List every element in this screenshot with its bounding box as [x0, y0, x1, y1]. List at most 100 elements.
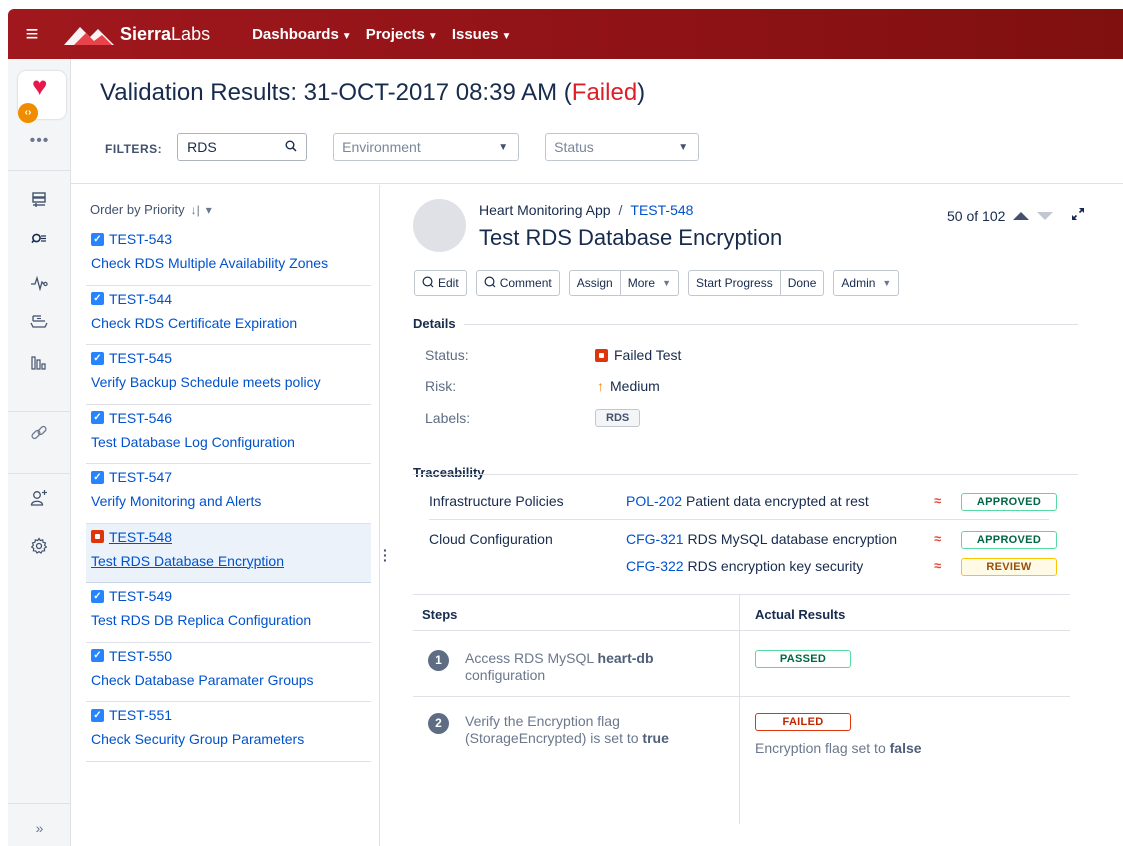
- hamburger-menu-icon[interactable]: ≡: [8, 21, 56, 47]
- admin-label: Admin: [841, 276, 876, 290]
- activity-icon[interactable]: [27, 275, 51, 299]
- checkbox-checked-icon: ✓: [91, 351, 104, 365]
- list-item[interactable]: ✓ TEST-547 Verify Monitoring and Alerts: [86, 464, 371, 524]
- environment-select[interactable]: Environment ▼: [333, 133, 520, 161]
- reports-icon[interactable]: [27, 355, 51, 379]
- trace-link[interactable]: CFG-321 RDS MySQL database encryption: [626, 531, 897, 547]
- rail-divider: [8, 170, 71, 171]
- steps-header: Steps: [422, 607, 458, 622]
- list-item[interactable]: ✓ TEST-543 Check RDS Multiple Availability…: [86, 226, 371, 286]
- expand-icon[interactable]: [1071, 207, 1085, 224]
- list-item[interactable]: ✓ TEST-544 Check RDS Certificate Expiratio…: [86, 286, 371, 345]
- reports-icon-svg: [31, 356, 46, 370]
- start-progress-button[interactable]: Start Progress: [688, 270, 781, 296]
- rail-divider: [8, 803, 71, 804]
- add-user-icon[interactable]: [27, 489, 51, 513]
- trace-link-key[interactable]: CFG-322: [626, 558, 684, 574]
- previous-issue-icon[interactable]: [1013, 211, 1030, 220]
- step-text-part: (StorageEncrypted) is set to: [465, 730, 643, 746]
- nav-dashboards[interactable]: Dashboards ▼: [252, 26, 352, 43]
- breadcrumb-issue-key[interactable]: TEST-548: [630, 202, 693, 218]
- issue-toolbar: Edit Comment Assign More ▼ Start Progress…: [414, 270, 900, 296]
- risk-value: ↑ Medium: [597, 378, 660, 394]
- trace-link-text: RDS encryption key security: [687, 558, 864, 574]
- risk-value-text: Medium: [610, 378, 660, 394]
- list-item[interactable]: ✓ TEST-549 Test RDS DB Replica Configurati…: [86, 583, 371, 643]
- list-item[interactable]: ✓ TEST-545 Verify Backup Schedule meets po…: [86, 345, 371, 405]
- checkbox-checked-icon: ✓: [91, 411, 104, 424]
- title-status: Failed: [571, 79, 638, 106]
- search-filter-icon[interactable]: [27, 231, 51, 255]
- top-navigation-bar: ≡ SierraLabs Dashboards ▼ Projects ▼ Issue…: [8, 9, 1123, 59]
- more-button[interactable]: More ▼: [620, 270, 679, 296]
- edit-button[interactable]: Edit: [414, 270, 467, 296]
- label-chip[interactable]: RDS: [595, 409, 641, 427]
- list-item[interactable]: ✓ TEST-546 Test Database Log Configuration: [86, 405, 371, 464]
- link-icon[interactable]: [27, 425, 51, 449]
- board-icon-svg: [32, 192, 46, 207]
- chevron-down-icon: ▼: [498, 141, 509, 153]
- breadcrumb-separator: /: [618, 202, 623, 218]
- expand-sidebar-icon[interactable]: »: [8, 820, 71, 836]
- risk-label: Risk:: [425, 378, 457, 394]
- breadcrumb-project[interactable]: Heart Monitoring App: [479, 202, 611, 218]
- nav-dashboards-label: Dashboards: [252, 25, 339, 43]
- nav-projects[interactable]: Projects ▼: [366, 26, 438, 43]
- status-select[interactable]: Status ▼: [545, 133, 700, 161]
- list-item-selected[interactable]: TEST-548 Test RDS Database Encryption: [86, 523, 371, 583]
- sort-direction-icon[interactable]: ↓|: [191, 203, 200, 217]
- done-button[interactable]: Done: [780, 270, 825, 296]
- trace-link[interactable]: CFG-322 RDS encryption key security: [626, 558, 863, 574]
- checkbox-checked-icon: ✓: [91, 708, 104, 722]
- search-box[interactable]: [177, 133, 308, 161]
- result-note-text: Encryption flag set to: [755, 740, 890, 756]
- highest-priority-icon: ≈: [934, 493, 942, 508]
- list-item-key: ✓ TEST-545: [91, 350, 365, 366]
- search-input[interactable]: [187, 139, 278, 155]
- mountain-logo-icon: [64, 27, 114, 45]
- list-item-summary: Test RDS DB Replica Configuration: [91, 612, 312, 628]
- ship-icon[interactable]: [27, 313, 51, 337]
- more-icon[interactable]: •••: [8, 132, 71, 150]
- assign-button[interactable]: Assign: [568, 270, 621, 296]
- admin-button[interactable]: Admin ▼: [833, 270, 900, 296]
- list-item-summary: Test Database Log Configuration: [91, 433, 295, 450]
- chevron-down-icon: ▼: [678, 141, 689, 153]
- next-issue-icon[interactable]: [1037, 211, 1054, 220]
- search-filter-icon-svg: [31, 233, 46, 244]
- failed-status-icon: [595, 348, 608, 362]
- list-item-key: ✓ TEST-549: [91, 588, 365, 604]
- comment-icon: [484, 275, 496, 291]
- order-by-control[interactable]: Order by Priority ↓| ▾: [90, 202, 212, 217]
- nav-issues[interactable]: Issues ▼: [452, 26, 512, 43]
- list-item-key-text: TEST-548: [109, 528, 173, 545]
- chevron-down-icon[interactable]: ▾: [206, 203, 212, 217]
- checkbox-checked-icon: ✓: [91, 232, 104, 246]
- labels-label: Labels:: [425, 410, 471, 426]
- start-progress-label: Start Progress: [696, 276, 773, 290]
- list-item[interactable]: ✓ TEST-550 Check Database Paramater Groups: [86, 643, 371, 702]
- comment-button[interactable]: Comment: [475, 270, 560, 296]
- page-header: Validation Results: 31-OCT-2017 08:39 AM…: [71, 59, 1123, 184]
- list-item-key-text: TEST-544: [109, 290, 173, 307]
- trace-link-key[interactable]: POL-202: [626, 493, 682, 509]
- list-item-key: ✓ TEST-547: [91, 469, 365, 485]
- sierralabs-logo[interactable]: SierraLabs: [64, 23, 210, 45]
- list-item[interactable]: ✓ TEST-551 Check Security Group Parameters: [86, 702, 371, 762]
- brand-name: SierraLabs: [120, 24, 210, 45]
- result-note-bold: false: [889, 740, 922, 756]
- checkbox-checked-icon: ✓: [91, 470, 104, 484]
- list-item-summary: Check RDS Certificate Expiration: [91, 314, 298, 331]
- gear-icon[interactable]: [27, 537, 51, 561]
- expand-icon-svg: [1072, 208, 1085, 220]
- list-item-key: ✓ TEST-543: [91, 231, 365, 247]
- search-icon[interactable]: [285, 140, 297, 155]
- trace-link-key[interactable]: CFG-321: [626, 531, 684, 547]
- trace-link[interactable]: POL-202 Patient data encrypted at rest: [626, 493, 869, 509]
- board-icon[interactable]: [27, 192, 51, 216]
- brand-bold: Sierra: [120, 23, 172, 44]
- edit-icon-svg: [422, 275, 434, 287]
- app-tile[interactable]: ♥ ‹›: [18, 71, 66, 123]
- pager-count: 50 of 102: [947, 207, 1006, 224]
- workflow-group: Start Progress Done: [688, 270, 825, 296]
